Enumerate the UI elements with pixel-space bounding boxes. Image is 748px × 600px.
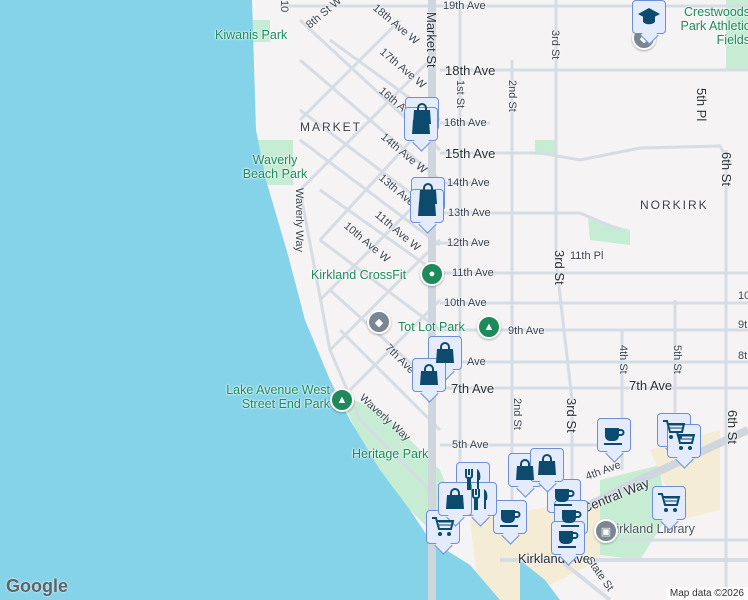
street-label: 4th St <box>617 345 629 374</box>
grocery-icon <box>431 515 455 539</box>
street-label: 14th Ave <box>447 177 490 189</box>
shopping-marker[interactable] <box>412 358 446 392</box>
street-label: 10th Ave <box>444 297 487 309</box>
street-label: 7th Ave <box>629 378 673 393</box>
street-label: 8t <box>738 350 748 362</box>
map-canvas[interactable] <box>0 0 748 600</box>
street-label: 5th Pl <box>694 88 709 122</box>
park-label[interactable]: Crestwoods Park Athletic Fields <box>660 5 748 47</box>
grocery-marker[interactable] <box>426 510 460 544</box>
park-tree-icon[interactable]: ▲ <box>330 388 354 412</box>
grocery-icon <box>657 491 681 515</box>
street-label: Ave <box>467 356 486 368</box>
street-label: 10 <box>278 0 290 13</box>
shopping-icon <box>417 363 441 387</box>
street-label: 19th Ave <box>443 0 486 12</box>
shopping-marker[interactable] <box>404 107 438 141</box>
street-label: 5th Ave <box>452 439 489 451</box>
shopping-icon <box>433 341 457 365</box>
street-label: 12th Ave <box>447 237 490 249</box>
shopping-icon <box>415 194 439 218</box>
street-label: 7th Ave <box>451 381 495 396</box>
street-label: 5th St <box>671 345 683 374</box>
school-marker[interactable] <box>632 0 666 34</box>
street-label: 18th Ave <box>445 63 496 78</box>
street-label: Market St <box>424 12 439 68</box>
coffee-marker[interactable] <box>551 521 585 555</box>
shopping-icon <box>443 487 467 511</box>
street-label: 11th Ave <box>452 267 494 279</box>
street-label: 9th Ave <box>508 325 545 337</box>
coffee-marker[interactable] <box>597 418 631 452</box>
coffee-icon <box>498 505 522 529</box>
neighborhood-label: MARKET <box>300 120 363 134</box>
place-label[interactable]: Tot Lot Park <box>398 320 465 334</box>
school-icon <box>637 5 661 29</box>
coffee-icon <box>602 423 626 447</box>
neighborhood-label: NORKIRK <box>640 198 709 212</box>
grocery-icon <box>672 429 696 453</box>
street-label: 6th St <box>719 152 734 186</box>
street-label: 13th Ave <box>448 207 491 219</box>
library-pin-icon[interactable]: ▣ <box>594 519 618 543</box>
street-label: 3rd St <box>564 398 579 433</box>
street-label: 2nd St <box>511 398 523 430</box>
shopping-marker[interactable] <box>438 482 472 516</box>
street-label: 10 <box>738 290 748 302</box>
coffee-icon <box>556 526 580 550</box>
street-label: 9t <box>738 319 748 331</box>
park-label[interactable]: Kiwanis Park <box>215 28 287 42</box>
grocery-marker[interactable] <box>667 424 701 458</box>
park-tree-icon[interactable]: ▲ <box>477 315 501 339</box>
street-label: 11th Pl <box>570 250 604 262</box>
park-label[interactable]: Lake Avenue West Street End Park <box>205 383 330 411</box>
park-label[interactable]: Waverly Beach Park <box>240 153 310 181</box>
google-logo[interactable]: Google <box>6 576 68 597</box>
street-label: 3rd St <box>552 250 567 285</box>
school-pin-icon[interactable]: ◆ <box>367 310 391 334</box>
place-label[interactable]: Kirkland Library <box>608 522 695 536</box>
street-label: 2nd St <box>506 80 518 112</box>
place-label[interactable]: Kirkland CrossFit <box>311 268 406 282</box>
map-attribution[interactable]: Map data ©2026 <box>665 587 748 600</box>
street-label: Waverly Way <box>293 188 305 252</box>
street-label: 1st St <box>454 80 466 109</box>
shopping-icon <box>535 453 559 477</box>
restaurant-icon <box>468 487 492 511</box>
street-label: 16th Ave <box>444 117 487 129</box>
street-label: 6th St <box>725 410 740 444</box>
park-label[interactable]: Heritage Park <box>352 447 428 461</box>
fitness-pin-icon[interactable]: ● <box>420 262 444 286</box>
street-label: 3rd St <box>549 30 561 60</box>
shopping-icon <box>513 458 537 482</box>
shopping-marker[interactable] <box>410 189 444 223</box>
restaurant-marker[interactable] <box>463 482 497 516</box>
coffee-marker[interactable] <box>493 500 527 534</box>
shopping-icon <box>409 112 433 136</box>
street-label: 15th Ave <box>445 146 496 161</box>
shopping-marker[interactable] <box>530 448 564 482</box>
grocery-marker[interactable] <box>652 486 686 520</box>
